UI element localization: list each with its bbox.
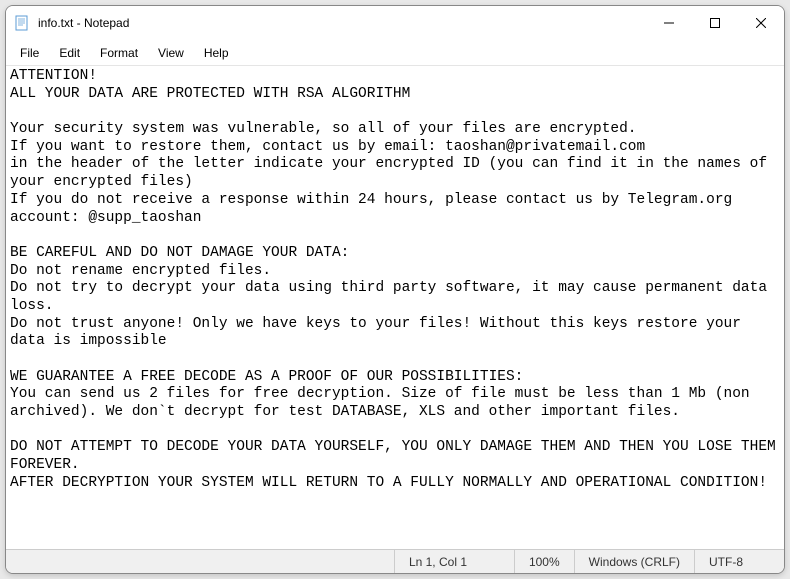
close-button[interactable] xyxy=(738,6,784,40)
titlebar[interactable]: info.txt - Notepad xyxy=(6,6,784,40)
menubar: File Edit Format View Help xyxy=(6,40,784,66)
status-encoding: UTF-8 xyxy=(694,550,784,573)
status-position: Ln 1, Col 1 xyxy=(394,550,514,573)
statusbar: Ln 1, Col 1 100% Windows (CRLF) UTF-8 xyxy=(6,549,784,573)
menu-file[interactable]: File xyxy=(10,43,49,63)
minimize-button[interactable] xyxy=(646,6,692,40)
status-zoom: 100% xyxy=(514,550,574,573)
menu-format[interactable]: Format xyxy=(90,43,148,63)
notepad-window: info.txt - Notepad File Edit Format View… xyxy=(5,5,785,574)
status-lineending: Windows (CRLF) xyxy=(574,550,694,573)
menu-help[interactable]: Help xyxy=(194,43,239,63)
notepad-icon xyxy=(14,15,30,31)
menu-view[interactable]: View xyxy=(148,43,194,63)
text-editor[interactable]: ATTENTION! ALL YOUR DATA ARE PROTECTED W… xyxy=(6,66,784,549)
maximize-button[interactable] xyxy=(692,6,738,40)
menu-edit[interactable]: Edit xyxy=(49,43,90,63)
window-title: info.txt - Notepad xyxy=(38,16,646,30)
window-controls xyxy=(646,6,784,40)
